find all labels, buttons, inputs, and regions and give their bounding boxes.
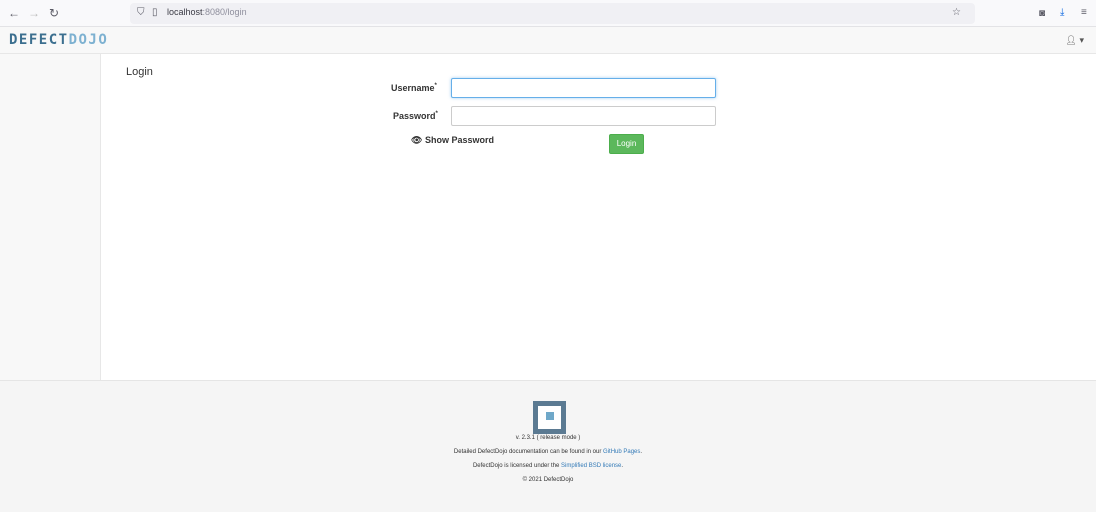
reload-icon[interactable]: ↻ — [47, 6, 61, 20]
docs-text: Detailed DefectDojo documentation can be… — [453, 449, 643, 455]
back-icon[interactable]: ← — [7, 6, 21, 20]
page-icon: ▯ — [152, 7, 158, 18]
github-pages-link[interactable]: GitHub Pages — [603, 449, 640, 455]
forward-icon[interactable]: → — [27, 6, 41, 20]
sidebar — [0, 54, 101, 380]
license-text: DefectDojo is licensed under the Simplif… — [472, 463, 624, 469]
shield-icon[interactable]: ⛉ — [137, 7, 145, 19]
password-label: Password* — [393, 111, 438, 121]
login-button[interactable]: Login — [609, 134, 644, 154]
footer: v. 2.3.1 ( release mode ) Detailed Defec… — [0, 380, 1096, 512]
username-label: Username* — [391, 83, 437, 93]
copyright-text: © 2021 DefectDojo — [522, 477, 574, 483]
app-navbar: DEFECTDOJO 👤︎ ▾ — [0, 27, 1096, 54]
user-icon: 👤︎ — [1065, 35, 1077, 45]
browser-toolbar: ← → ↻ ⛉ ▯ localhost:8080/login ☆ ◙ ⤓ ≡ — [0, 0, 1096, 27]
bookmark-star-icon[interactable]: ☆ — [952, 7, 961, 19]
username-input[interactable] — [451, 78, 716, 98]
version-text: v. 2.3.1 ( release mode ) — [515, 435, 581, 441]
license-link[interactable]: Simplified BSD license — [561, 463, 621, 469]
eye-icon: 👁︎ — [411, 135, 423, 145]
show-password-toggle[interactable]: 👁︎ Show Password — [411, 135, 494, 146]
defectdojo-footer-logo — [533, 401, 566, 434]
password-input[interactable] — [451, 106, 716, 126]
pocket-icon[interactable]: ◙ — [1039, 8, 1045, 20]
url-bar[interactable]: ⛉ ▯ localhost:8080/login ☆ — [130, 3, 975, 24]
download-icon[interactable]: ⤓ — [1060, 7, 1064, 19]
page-title: Login — [126, 66, 153, 78]
caret-down-icon: ▾ — [1076, 35, 1084, 45]
url-text[interactable]: localhost:8080/login — [167, 7, 247, 17]
menu-icon[interactable]: ≡ — [1081, 7, 1087, 19]
user-menu[interactable]: 👤︎ ▾ — [1066, 35, 1084, 46]
